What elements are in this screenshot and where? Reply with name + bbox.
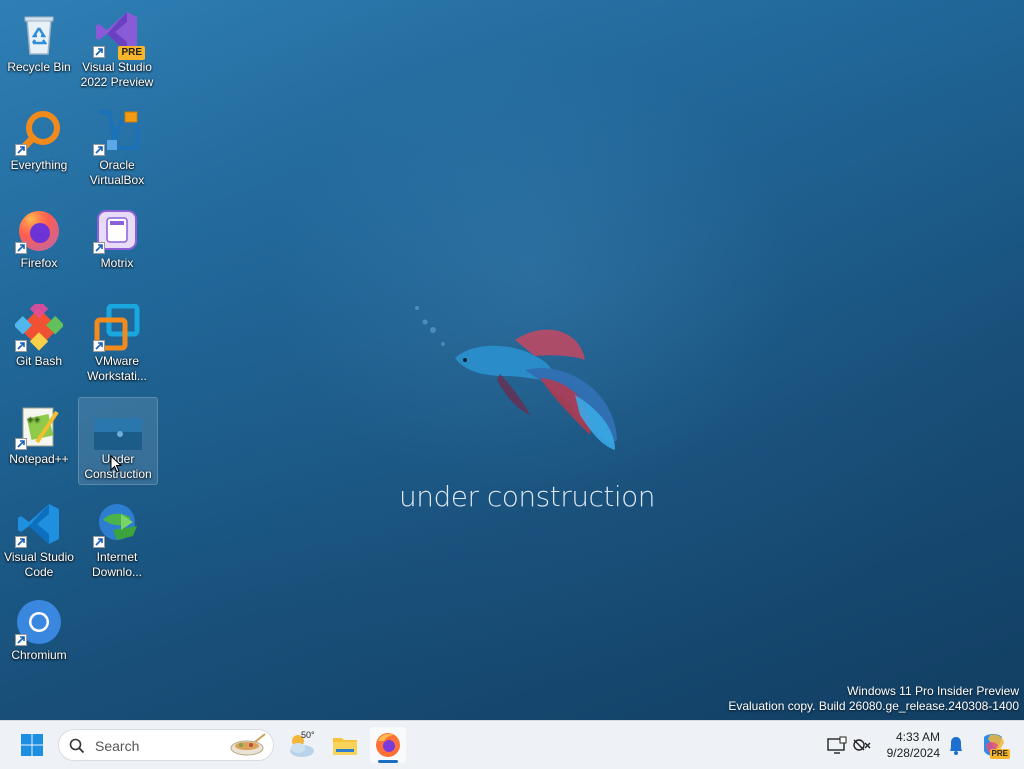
watermark-line-2: Evaluation copy. Build 26080.ge_release.… [728,699,1019,713]
taskbar: Search 50° 4:33 AM 9/28/2024 PRE [0,720,1024,769]
desktop-icon-motrix[interactable]: Motrix [78,202,156,288]
recycle-bin-icon [15,10,63,58]
idm-icon [93,500,141,548]
git-bash-icon [13,299,65,352]
display-tray-icon[interactable] [824,727,850,763]
shortcut-arrow-icon [93,46,105,58]
mouse-cursor-icon [110,455,122,473]
visual-studio-icon: PRE [93,10,145,60]
vscode-icon [15,500,63,548]
desktop-icon-vscode[interactable]: Visual Studio Code [0,496,78,582]
monitor-icon [827,736,847,754]
shortcut-arrow-icon [15,438,27,450]
desktop-icon-git-bash[interactable]: Git Bash [0,299,78,386]
shortcut-arrow-icon [93,144,105,156]
running-app-indicator [378,760,398,763]
windows-logo-icon [21,734,43,756]
search-highlight-icon [230,733,266,756]
motrix-icon [93,206,141,254]
file-explorer-button[interactable] [327,727,363,763]
desktop-icon-notepadpp[interactable]: ++ Notepad++ [0,398,78,484]
shortcut-arrow-icon [15,536,27,548]
system-clock[interactable]: 4:33 AM 9/28/2024 [887,729,940,761]
desktop-icon-virtualbox[interactable]: Oracle VirtualBox [78,104,156,190]
copilot-pre-badge: PRE [989,749,1010,759]
desktop-icon-chromium[interactable]: Chromium [0,594,78,680]
firefox-icon [15,206,63,254]
desktop-icon-visual-studio[interactable]: PRE Visual Studio 2022 Preview [78,6,156,92]
clock-date: 9/28/2024 [886,746,940,760]
search-icon [69,738,85,754]
notifications-button[interactable] [944,727,968,763]
desktop-icon-label: Motrix [100,256,134,270]
firefox-taskbar-button[interactable] [370,727,406,763]
desktop-icon-label: Visual Studio 2022 Preview [80,60,154,89]
shortcut-arrow-icon [93,536,105,548]
desktop[interactable]: Recycle Bin Everything Firefox Git Bash … [0,0,1024,720]
shortcut-arrow-icon [15,340,27,352]
desktop-icon-label: Chromium [11,648,67,662]
clock-time: 4:33 AM [895,730,940,744]
desktop-icon-internet-download-manager[interactable]: Internet Downlo... [78,496,156,582]
desktop-icon-label: Visual Studio Code [4,550,74,579]
image-file-icon [94,402,142,450]
weather-temperature: 50° [301,730,315,740]
desktop-icon-label: VMware Workstati... [87,354,147,383]
betta-fish-wallpaper-image [415,306,617,450]
os-watermark: Windows 11 Pro Insider Preview Evaluatio… [728,684,1019,714]
folder-icon [333,738,357,755]
start-button[interactable] [14,727,50,763]
bell-icon [950,737,962,755]
desktop-icon-label: Internet Downlo... [91,550,143,579]
taskbar-search-box[interactable]: Search [58,729,274,761]
shortcut-arrow-icon [15,242,27,254]
desktop-icon-label: Oracle VirtualBox [89,158,145,187]
desktop-icon-label: Recycle Bin [7,60,71,74]
svg-text:++: ++ [27,415,40,424]
chromium-icon [15,598,63,646]
notepadpp-icon: ++ [15,402,63,450]
virtualbox-icon [93,108,141,156]
shortcut-arrow-icon [93,340,105,352]
desktop-icon-label: Everything [10,158,68,172]
desktop-icon-label: Notepad++ [9,452,69,466]
pre-badge: PRE [118,46,145,60]
desktop-icon-vmware[interactable]: VMware Workstati... [78,300,156,386]
desktop-icon-firefox[interactable]: Firefox [0,202,78,288]
wallpaper-caption: under construction [399,480,656,513]
shortcut-arrow-icon [15,144,27,156]
shortcut-arrow-icon [15,634,27,646]
vmware-icon [93,303,141,352]
firefox-icon [376,733,400,757]
copilot-button[interactable]: PRE [976,727,1012,763]
shortcut-arrow-icon [93,242,105,254]
desktop-icon-everything[interactable]: Everything [0,104,78,190]
everything-search-icon [15,108,63,156]
desktop-icon-label: Firefox [20,256,58,270]
network-disconnected-icon [853,739,871,751]
desktop-icon-recycle-bin[interactable]: Recycle Bin [0,6,78,92]
watermark-line-1: Windows 11 Pro Insider Preview [847,684,1019,698]
desktop-icon-label: Git Bash [15,354,63,368]
network-tray-icon[interactable] [850,727,874,763]
search-placeholder: Search [95,738,140,754]
